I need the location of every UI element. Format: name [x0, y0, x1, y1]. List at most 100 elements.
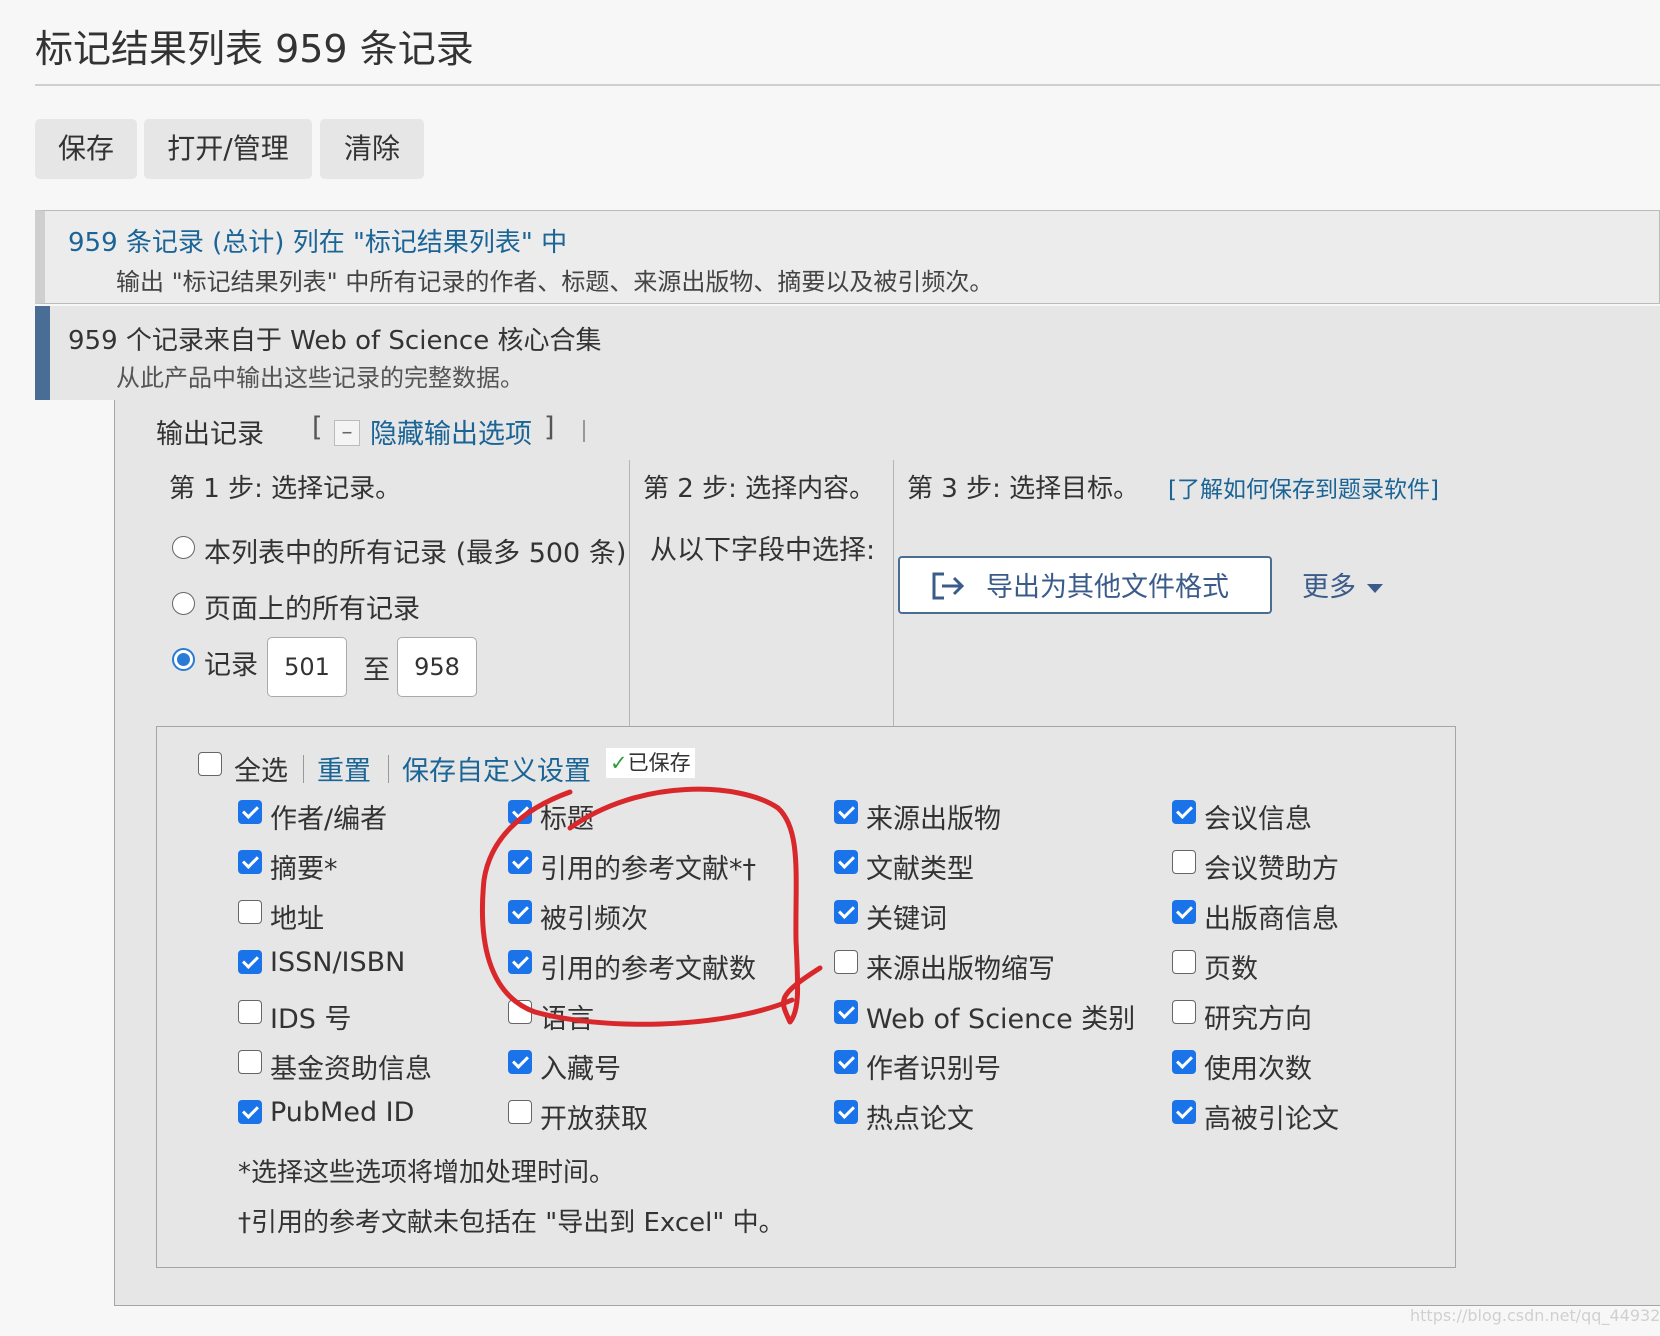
product-title: 959 个记录来自于 Web of Science 核心合集	[68, 326, 602, 356]
field-checkbox[interactable]	[1172, 950, 1196, 974]
field-checkbox[interactable]	[508, 850, 532, 874]
check-icon: ✓	[610, 751, 628, 775]
chevron-down-icon	[1367, 584, 1383, 593]
radio-label: 本列表中的所有记录 (最多 500 条)	[204, 538, 627, 569]
field-label: Web of Science 类别	[866, 1004, 1136, 1035]
bracket-open: [	[312, 412, 323, 443]
field-checkbox[interactable]	[508, 1000, 532, 1024]
reset-link[interactable]: 重置	[317, 749, 371, 788]
hide-output-options-link[interactable]: 隐藏输出选项	[370, 412, 532, 451]
field-label: 页数	[1204, 954, 1258, 985]
field-checkbox[interactable]	[508, 1100, 532, 1124]
field-label: 作者识别号	[866, 1054, 1001, 1085]
title-divider	[35, 84, 1660, 86]
field-label: 入藏号	[540, 1054, 621, 1085]
field-checkbox[interactable]	[508, 1050, 532, 1074]
more-dropdown[interactable]: 更多	[1302, 565, 1356, 604]
field-checkbox[interactable]	[508, 900, 532, 924]
step2-title: 第 2 步: 选择内容。	[643, 474, 876, 504]
save-button[interactable]: 保存	[35, 119, 137, 179]
field-label: 文献类型	[866, 854, 974, 885]
field-label: 来源出版物缩写	[866, 954, 1055, 985]
field-label: 关键词	[866, 904, 947, 935]
range-to-label: 至	[363, 655, 390, 686]
field-label: 出版商信息	[1204, 904, 1339, 935]
radio-label: 页面上的所有记录	[204, 594, 420, 625]
field-label: 会议信息	[1204, 804, 1312, 835]
field-label: 作者/编者	[270, 804, 388, 835]
separator	[303, 755, 304, 783]
field-label: 高被引论文	[1204, 1104, 1339, 1135]
watermark: https://blog.csdn.net/qq_44932491	[1410, 1306, 1660, 1325]
bracket-close: ]	[544, 412, 555, 443]
choose-fields-label: 从以下字段中选择:	[650, 535, 876, 566]
step1-title: 第 1 步: 选择记录。	[169, 474, 402, 504]
step-divider	[893, 460, 894, 726]
learn-save-citation-link[interactable]: [了解如何保存到题录软件]	[1168, 470, 1439, 504]
field-label: ISSN/ISBN	[270, 947, 406, 978]
step-divider	[629, 460, 630, 726]
product-description: 从此产品中输出这些记录的完整数据。	[116, 364, 524, 392]
open-manage-button[interactable]: 打开/管理	[144, 119, 312, 179]
field-checkbox[interactable]	[1172, 1000, 1196, 1024]
field-checkbox[interactable]	[834, 1100, 858, 1124]
saved-indicator: ✓已保存	[606, 748, 695, 778]
excel-note: †引用的参考文献未包括在 "导出到 Excel" 中。	[238, 1208, 785, 1238]
field-checkbox[interactable]	[834, 850, 858, 874]
radio-all-in-list[interactable]	[172, 536, 195, 559]
field-label: 地址	[270, 904, 324, 935]
field-checkbox[interactable]	[508, 950, 532, 974]
field-checkbox[interactable]	[834, 1000, 858, 1024]
collapse-icon[interactable]: –	[334, 420, 360, 446]
select-all-checkbox[interactable]	[198, 752, 222, 776]
save-custom-settings-link[interactable]: 保存自定义设置	[402, 749, 591, 788]
field-label: 引用的参考文献数	[540, 954, 756, 985]
summary-description: 输出 "标记结果列表" 中所有记录的作者、标题、来源出版物、摘要以及被引频次。	[116, 268, 994, 296]
field-label: 基金资助信息	[270, 1054, 432, 1085]
radio-label: 记录	[204, 650, 258, 681]
field-checkbox[interactable]	[238, 800, 262, 824]
field-checkbox[interactable]	[1172, 1100, 1196, 1124]
field-label: 引用的参考文献*†	[540, 854, 756, 885]
field-label: 研究方向	[1204, 1004, 1312, 1035]
summary-title: 959 条记录 (总计) 列在 "标记结果列表" 中	[68, 228, 568, 258]
field-label: 来源出版物	[866, 804, 1001, 835]
saved-label: 已保存	[627, 751, 691, 775]
field-checkbox[interactable]	[508, 800, 532, 824]
step3-title: 第 3 步: 选择目标。	[907, 474, 1140, 504]
export-icon	[932, 572, 965, 600]
clear-button[interactable]: 清除	[320, 119, 424, 179]
radio-all-on-page[interactable]	[172, 592, 195, 615]
field-checkbox[interactable]	[238, 850, 262, 874]
separator	[583, 420, 585, 442]
range-from-input[interactable]	[267, 637, 347, 697]
field-checkbox[interactable]	[238, 1050, 262, 1074]
processing-time-note: *选择这些选项将增加处理时间。	[238, 1158, 616, 1188]
field-label: IDS 号	[270, 1004, 352, 1035]
range-to-input[interactable]	[397, 637, 477, 697]
field-checkbox[interactable]	[238, 900, 262, 924]
field-checkbox[interactable]	[834, 1050, 858, 1074]
field-checkbox[interactable]	[238, 1000, 262, 1024]
field-checkbox[interactable]	[238, 1100, 262, 1124]
page-title: 标记结果列表 959 条记录	[35, 27, 474, 71]
export-button-label: 导出为其他文件格式	[986, 572, 1229, 603]
field-label: 会议赞助方	[1204, 854, 1339, 885]
field-label: 开放获取	[540, 1104, 648, 1135]
field-label: 使用次数	[1204, 1054, 1312, 1085]
field-checkbox[interactable]	[238, 950, 262, 974]
output-records-label: 输出记录	[156, 419, 264, 450]
field-checkbox[interactable]	[834, 950, 858, 974]
field-label: 被引频次	[540, 904, 648, 935]
field-label: 标题	[540, 804, 594, 835]
field-checkbox[interactable]	[1172, 800, 1196, 824]
field-checkbox[interactable]	[1172, 900, 1196, 924]
separator	[388, 755, 389, 783]
field-checkbox[interactable]	[1172, 850, 1196, 874]
radio-record-range[interactable]	[172, 648, 195, 671]
field-checkbox[interactable]	[834, 800, 858, 824]
field-label: 摘要*	[270, 854, 338, 885]
field-checkbox[interactable]	[834, 900, 858, 924]
field-label: PubMed ID	[270, 1097, 415, 1128]
field-checkbox[interactable]	[1172, 1050, 1196, 1074]
